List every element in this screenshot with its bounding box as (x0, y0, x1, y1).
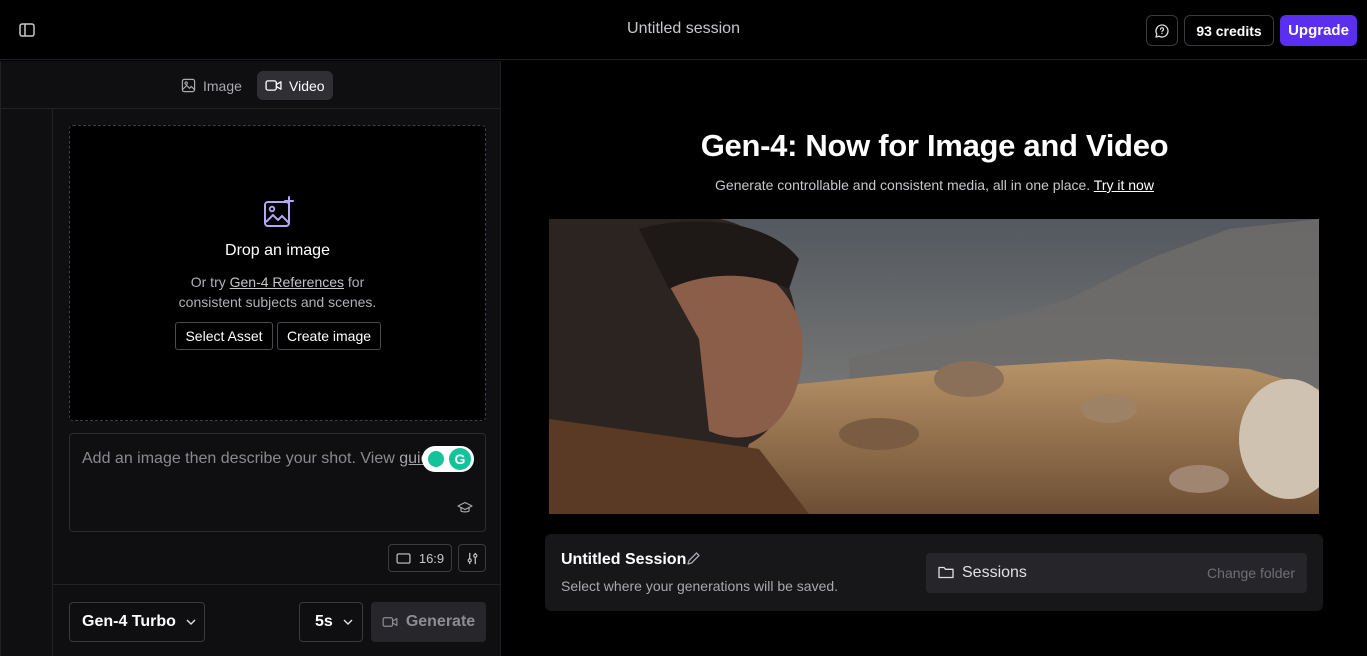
session-card: Untitled Session Select where your gener… (545, 534, 1323, 611)
video-camera-icon (265, 80, 282, 91)
aspect-ratio-icon (396, 552, 411, 564)
generate-button[interactable]: Generate (371, 602, 486, 642)
session-card-subtitle: Select where your generations will be sa… (561, 578, 839, 594)
feedback-button[interactable] (1146, 15, 1178, 46)
graduation-cap-icon[interactable] (457, 501, 473, 515)
aspect-ratio-label: 16:9 (418, 550, 445, 566)
settings-button[interactable] (458, 544, 486, 572)
dropzone-sub-line2: consistent subjects and scenes. (178, 294, 377, 310)
duration-select-label: 5s (315, 613, 333, 630)
tab-video[interactable]: Video (257, 71, 333, 100)
try-it-now-link[interactable]: Try it now (1094, 177, 1154, 193)
video-camera-icon (382, 617, 398, 627)
hero-title: Gen-4: Now for Image and Video (700, 128, 1169, 163)
hero-scene-illustration (549, 219, 1319, 514)
tab-image-label: Image (203, 77, 242, 94)
history-rail (1, 109, 53, 656)
dropzone-sub-suffix: for (344, 274, 365, 290)
model-select-label: Gen-4 Turbo (82, 613, 176, 630)
tab-image[interactable]: Image (173, 71, 250, 100)
mode-tabs: Image Video (1, 61, 501, 109)
chevron-down-icon (186, 619, 196, 625)
prompt-placeholder-text: Add an image then describe your shot. Vi… (82, 450, 400, 467)
change-folder-button[interactable]: Change folder (1207, 565, 1295, 581)
model-select[interactable]: Gen-4 Turbo (69, 602, 205, 642)
aspect-ratio-button[interactable]: 16:9 (388, 544, 452, 572)
grammarly-plus-icon (428, 451, 444, 467)
select-asset-button[interactable]: Select Asset (175, 322, 273, 350)
folder-selector[interactable]: Sessions Change folder (926, 553, 1307, 593)
chat-bubble-icon (1155, 23, 1169, 38)
generation-controls: Gen-4 Turbo 5s Generate (53, 584, 501, 656)
duration-select[interactable]: 5s (299, 602, 363, 642)
grammarly-logo-icon: G (449, 448, 471, 470)
generate-button-label: Generate (405, 613, 476, 630)
image-icon (181, 78, 196, 93)
dropzone-sub-prefix: Or try (190, 274, 230, 290)
prompt-placeholder: Add an image then describe your shot. Vi… (82, 450, 438, 468)
folder-icon (938, 566, 954, 579)
prompt-input[interactable]: Add an image then describe your shot. Vi… (69, 433, 486, 532)
upgrade-button[interactable]: Upgrade (1280, 15, 1357, 46)
sliders-icon (467, 552, 477, 564)
dropzone-subtitle: Or try Gen-4 References for consistent s… (70, 272, 485, 312)
create-image-button[interactable]: Create image (277, 322, 381, 350)
gen4-references-link[interactable]: Gen-4 References (230, 274, 344, 290)
add-image-icon (264, 196, 294, 227)
folder-name: Sessions (962, 564, 1027, 581)
hero-subtitle-text: Generate controllable and consistent med… (715, 177, 1094, 193)
chevron-down-icon (343, 619, 353, 625)
hero-video-preview[interactable] (549, 219, 1319, 514)
credits-button[interactable]: 93 credits (1184, 15, 1274, 46)
image-dropzone[interactable]: Drop an image Or try Gen-4 References fo… (69, 125, 486, 421)
session-card-title[interactable]: Untitled Session (561, 551, 686, 569)
hero-subtitle: Generate controllable and consistent med… (502, 177, 1367, 193)
top-bar: Untitled session 93 credits Upgrade (0, 0, 1367, 60)
pencil-icon[interactable] (685, 551, 701, 567)
tab-video-label: Video (289, 77, 325, 94)
dropzone-title: Drop an image (225, 242, 330, 259)
grammarly-widget[interactable]: G (422, 446, 474, 472)
left-panel: Image Video Drop an image Or try Gen-4 R… (0, 61, 501, 656)
